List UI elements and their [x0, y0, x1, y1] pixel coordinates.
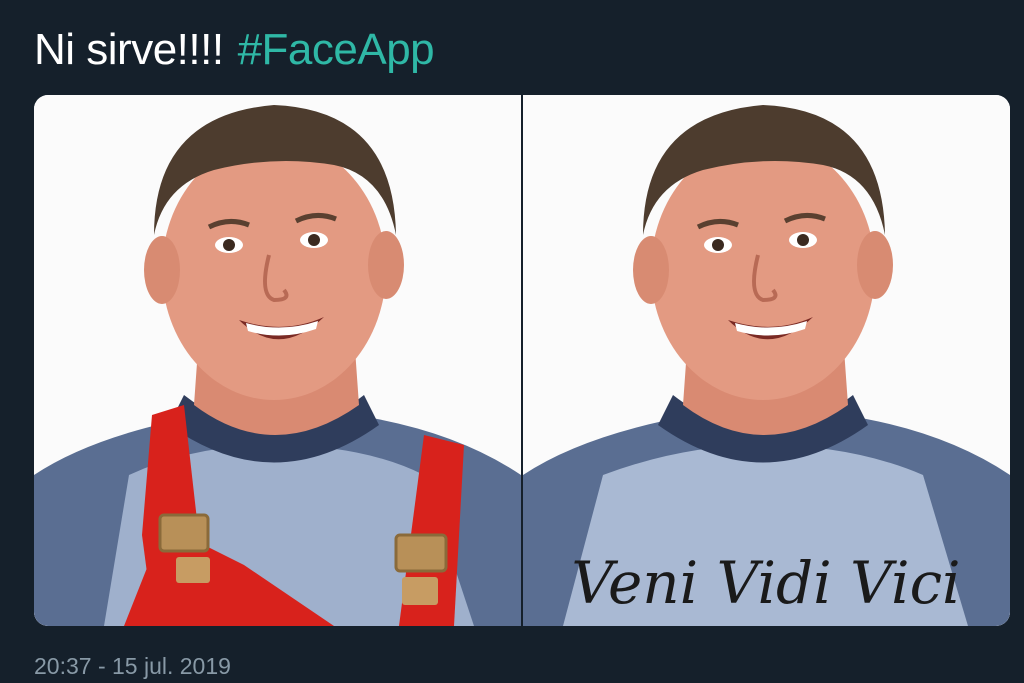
tweet-body: Ni sirve!!!! — [34, 25, 224, 74]
tweet-text: Ni sirve!!!! #FaceApp — [34, 22, 435, 78]
photo-original-image — [34, 95, 521, 626]
photo-original[interactable] — [34, 95, 521, 626]
tweet-media: Veni Vidi Vici — [34, 95, 1010, 626]
hashtag-link[interactable]: #FaceApp — [238, 25, 435, 74]
shirt-lettering: Veni Vidi Vici — [571, 549, 960, 617]
photo-edited[interactable]: Veni Vidi Vici — [523, 95, 1010, 626]
tweet: Ni sirve!!!! #FaceApp Veni Vidi Vici 20:… — [0, 0, 1024, 683]
photo-edited-image: Veni Vidi Vici — [523, 95, 1010, 626]
tweet-timestamp[interactable]: 20:37 - 15 jul. 2019 — [34, 653, 231, 680]
